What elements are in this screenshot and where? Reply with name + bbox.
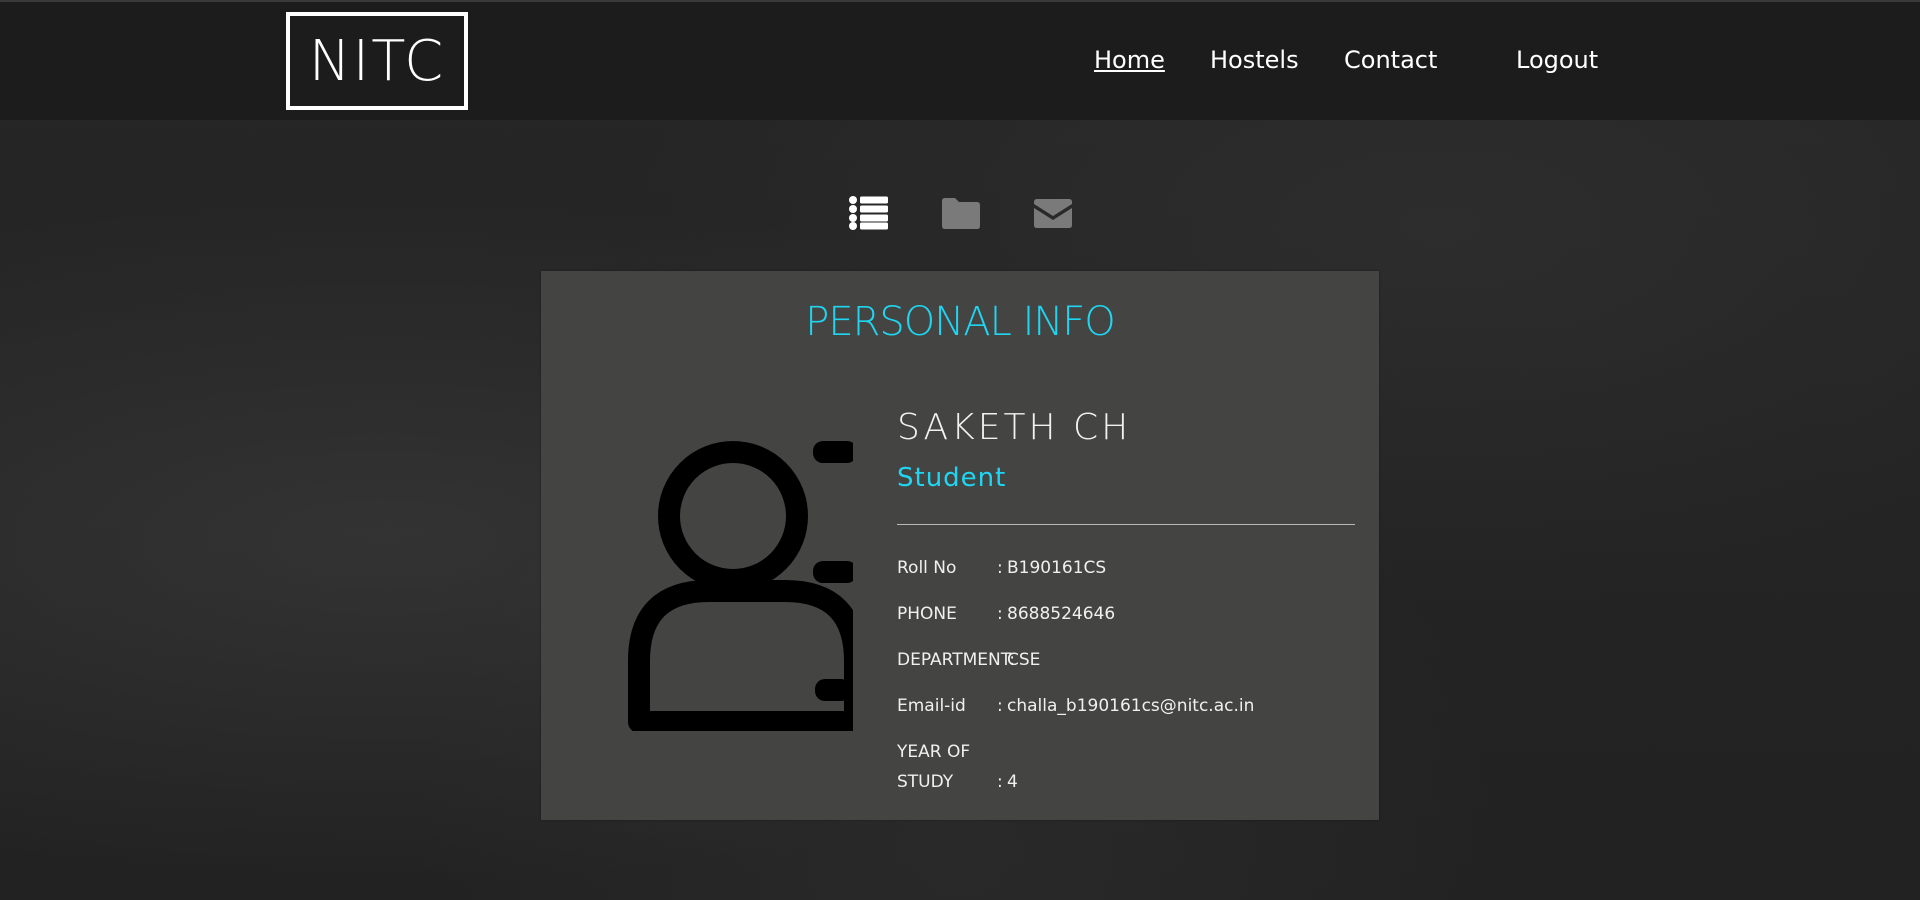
page: NITC Home Hostels Contact Logout PERSONA… xyxy=(0,0,1920,900)
info-value: B190161CS xyxy=(1007,558,1107,578)
info-label: PHONE xyxy=(897,604,957,624)
nav-home-link[interactable]: Home xyxy=(1094,46,1165,74)
list-icon[interactable] xyxy=(848,195,890,231)
nav-logout-link[interactable]: Logout xyxy=(1516,46,1598,74)
info-value: 8688524646 xyxy=(1007,604,1116,624)
info-row-email: Email-id : challa_b190161cs@nitc.ac.in xyxy=(897,691,1254,721)
envelope-icon[interactable] xyxy=(1032,195,1074,231)
info-label: Email-id xyxy=(897,696,966,716)
info-value: CSE xyxy=(1007,650,1041,670)
info-row-phone: PHONE : 8688524646 xyxy=(897,599,1115,629)
user-avatar-icon xyxy=(627,421,866,733)
nav-contact-link[interactable]: Contact xyxy=(1344,46,1437,74)
nav-hostels-link[interactable]: Hostels xyxy=(1210,46,1299,74)
student-role: Student xyxy=(897,463,1007,493)
info-separator: : xyxy=(997,696,1003,716)
personal-info-card: PERSONAL INFO SAKETH CH Student Roll No … xyxy=(541,271,1379,820)
profile-tabs xyxy=(0,195,1920,235)
info-label: YEAR OF STUDY xyxy=(897,742,971,792)
info-separator: : xyxy=(997,772,1003,792)
info-label: Roll No xyxy=(897,558,957,578)
info-row-year-of-study: YEAR OF STUDY : 4 xyxy=(897,737,1018,797)
info-row-roll-no: Roll No : B190161CS xyxy=(897,553,1106,583)
info-row-department: DEPARTMENT: CSE xyxy=(897,645,1040,675)
info-value: challa_b190161cs@nitc.ac.in xyxy=(1007,696,1255,716)
info-separator: : xyxy=(997,604,1003,624)
folder-icon[interactable] xyxy=(940,195,982,231)
navbar: NITC Home Hostels Contact Logout xyxy=(0,0,1920,120)
info-label: DEPARTMENT: xyxy=(897,650,1015,670)
info-value: 4 xyxy=(1007,772,1018,792)
nav-menu: Home Hostels Contact Logout xyxy=(0,46,1920,82)
divider xyxy=(897,524,1355,525)
info-separator: : xyxy=(997,558,1003,578)
section-title: PERSONAL INFO xyxy=(805,299,1116,345)
student-name: SAKETH CH xyxy=(897,407,1132,448)
